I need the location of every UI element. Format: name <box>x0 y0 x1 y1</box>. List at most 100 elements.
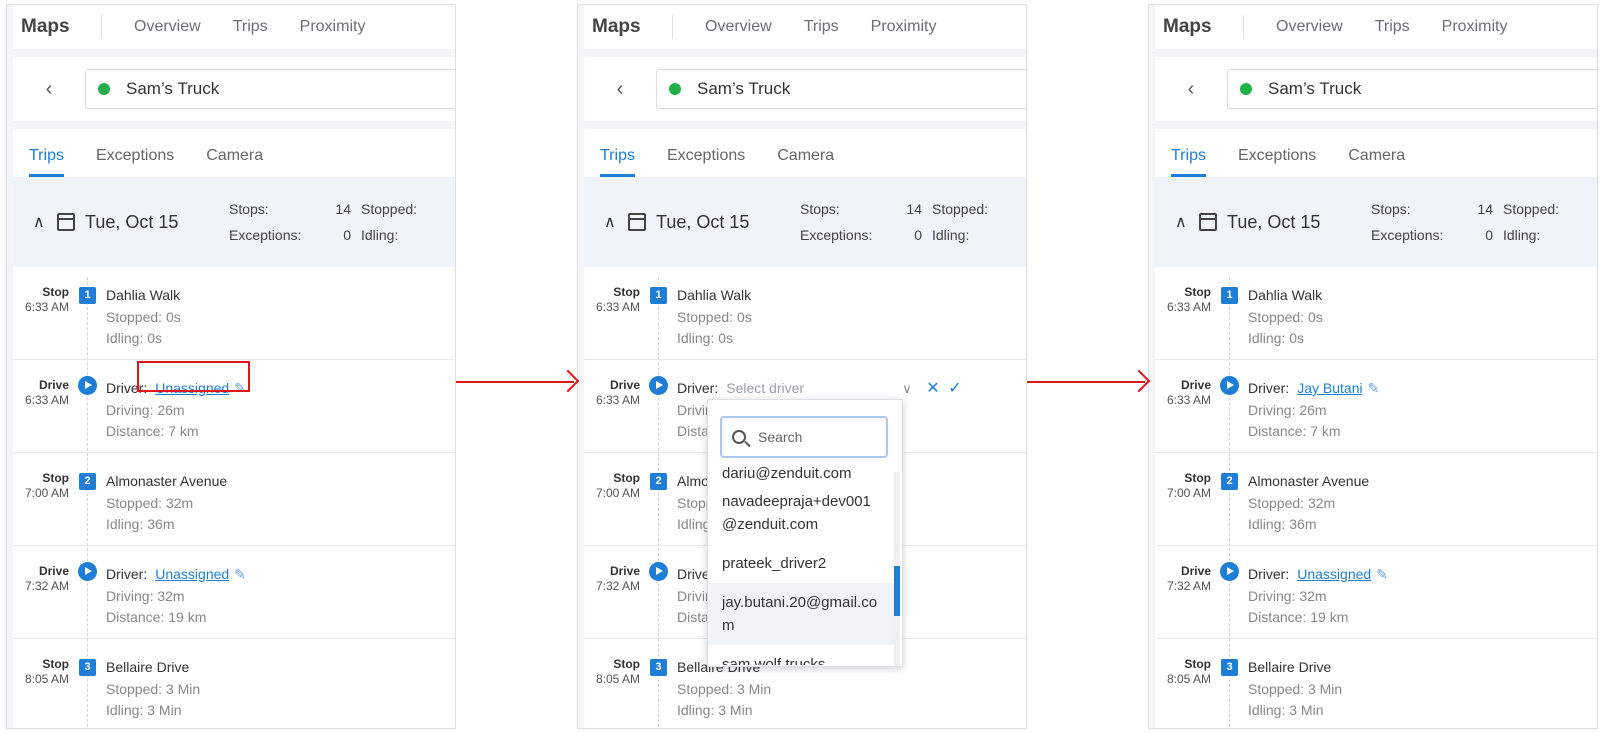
idling-duration: Idling: 3 Min <box>106 702 182 718</box>
play-icon[interactable] <box>649 376 668 395</box>
chevron-up-icon[interactable]: ∧ <box>33 212 55 232</box>
cancel-icon[interactable]: ✕ <box>926 378 948 400</box>
driver-options: dariu@zenduit.com navadeepraja+dev001@ze… <box>708 465 894 665</box>
driver-dropdown[interactable]: dariu@zenduit.com navadeepraja+dev001@ze… <box>707 399 903 667</box>
day-title: Tue, Oct 15 <box>656 211 750 232</box>
edit-pencil-icon[interactable]: ✎ <box>234 564 246 586</box>
play-icon[interactable] <box>1220 562 1239 581</box>
driver-select[interactable]: Select driver <box>726 378 902 400</box>
vehicle-selector[interactable]: Sam’s Truck <box>1227 69 1597 109</box>
trip-stop-2[interactable]: Stop7:00 AM 2 Almonaster Avenue Stopped:… <box>13 453 455 546</box>
driver-unassigned-link[interactable]: Unassigned <box>155 564 229 586</box>
back-arrow-icon[interactable]: ‹ <box>13 78 85 101</box>
stops-label: Stops: <box>800 201 840 217</box>
driver-unassigned-link[interactable]: Unassigned <box>1297 564 1371 586</box>
tab-camera[interactable]: Camera <box>777 147 834 177</box>
annotation-highlight-box <box>137 361 250 392</box>
trip-kind: Drive <box>609 378 640 392</box>
tab-exceptions[interactable]: Exceptions <box>96 147 174 177</box>
nav-proximity[interactable]: Proximity <box>300 18 366 36</box>
chevron-up-icon[interactable]: ∧ <box>604 212 626 232</box>
idling-duration: Idling: 0s <box>1248 330 1305 346</box>
tab-exceptions[interactable]: Exceptions <box>1238 147 1316 177</box>
trip-drive-2[interactable]: Drive 7:32 AM Driver: Unassigned ✎ Drivin… <box>13 546 455 639</box>
driver-search-field[interactable] <box>720 416 888 458</box>
trip-stop-3[interactable]: Stop 8:05 AM 3 Bellaire Drive Stopped: 3 … <box>1155 639 1597 728</box>
nav-divider <box>101 15 102 39</box>
trips-panel-selecting: Maps Overview Trips Proximity ‹ Sam’s Tr… <box>577 4 1027 729</box>
exceptions-label: Exceptions: <box>800 227 873 243</box>
scrollbar-thumb[interactable] <box>894 566 900 616</box>
trip-stop-1[interactable]: Stop 6:33 AM 1 Dahlia Walk Stopped: 0s Id… <box>13 267 455 360</box>
confirm-check-icon[interactable]: ✓ <box>948 378 961 400</box>
day-summary[interactable]: ∧ Tue, Oct 15 Stops: 14 Stopped: Excepti… <box>1155 177 1597 267</box>
day-summary[interactable]: ∧ Tue, Oct 15 Stops: 14 Stopped: Excepti… <box>13 177 455 267</box>
driver-option[interactable]: navadeepraja+dev001@zenduit.com <box>708 482 894 544</box>
trip-stop-3[interactable]: Stop 8:05 AM 3 Bellaire Drive Stopped: 3 … <box>13 639 455 728</box>
calendar-icon <box>57 213 75 231</box>
nav-proximity[interactable]: Proximity <box>871 18 937 36</box>
trip-drive-1[interactable]: Drive 6:33 AM Driver: Jay Butani ✎ Drivin… <box>1155 360 1597 453</box>
driver-option[interactable]: prateek_driver2 <box>708 544 894 583</box>
tab-trips[interactable]: Trips <box>1171 147 1206 177</box>
back-arrow-icon[interactable]: ‹ <box>1155 78 1227 101</box>
idling-duration: Idling: 3 Min <box>1248 702 1324 718</box>
vehicle-selector[interactable]: Sam’s Truck <box>656 69 1026 109</box>
stops-value: 14 <box>1477 201 1493 217</box>
chevron-up-icon[interactable]: ∧ <box>1175 212 1197 232</box>
play-icon[interactable] <box>649 562 668 581</box>
stop-name: Dahlia Walk <box>677 287 752 303</box>
exceptions-label: Exceptions: <box>1371 227 1444 243</box>
idling-label: Idling: <box>932 227 970 243</box>
vehicle-selector[interactable]: Sam’s Truck <box>85 69 455 109</box>
nav-trips[interactable]: Trips <box>1375 18 1410 36</box>
stop-name: Dahlia Walk <box>1248 287 1323 303</box>
distance: Distance: 7 km <box>106 423 199 439</box>
exceptions-value: 0 <box>1485 227 1493 243</box>
driver-assigned-link[interactable]: Jay Butani <box>1297 378 1362 400</box>
nav-overview[interactable]: Overview <box>705 18 772 36</box>
tab-camera[interactable]: Camera <box>1348 147 1405 177</box>
nav-proximity[interactable]: Proximity <box>1442 18 1508 36</box>
nav-overview[interactable]: Overview <box>134 18 201 36</box>
edit-pencil-icon[interactable]: ✎ <box>1376 564 1388 586</box>
trip-time: 7:32 AM <box>1166 579 1211 593</box>
trip-kind: Stop <box>613 285 640 299</box>
trip-stop-1[interactable]: Stop 6:33 AM 1 Dahlia Walk Stopped: 0s Id… <box>584 267 1026 360</box>
play-icon[interactable] <box>78 562 97 581</box>
driving-duration: Driving: 26m <box>106 401 185 418</box>
tab-trips[interactable]: Trips <box>29 147 64 177</box>
tab-exceptions[interactable]: Exceptions <box>667 147 745 177</box>
trip-time: 6:33 AM <box>24 393 69 407</box>
day-summary[interactable]: ∧ Tue, Oct 15 Stops: 14 Stopped: Excepti… <box>584 177 1026 267</box>
trip-stop-1[interactable]: Stop 6:33 AM 1 Dahlia Walk Stopped: 0s Id… <box>1155 267 1597 360</box>
driving-duration: Driving: 32m <box>106 587 185 604</box>
vehicle-name: Sam’s Truck <box>697 79 791 98</box>
driver-option[interactable]: sam.wolf.trucks <box>708 645 894 665</box>
play-icon[interactable] <box>1220 376 1239 395</box>
edit-pencil-icon[interactable]: ✎ <box>1368 378 1380 400</box>
trip-time: 7:32 AM <box>24 579 69 593</box>
trip-kind: Drive <box>1180 378 1211 392</box>
idling-duration: Idling: 0s <box>677 330 734 346</box>
trip-kind: Drive <box>1180 564 1211 578</box>
idling-duration: Idling: 3 Min <box>677 702 753 718</box>
nav-overview[interactable]: Overview <box>1276 18 1343 36</box>
driver-option[interactable]: dariu@zenduit.com <box>708 462 894 482</box>
nav-trips[interactable]: Trips <box>804 18 839 36</box>
nav-trips[interactable]: Trips <box>233 18 268 36</box>
trip-kind: Stop <box>1184 657 1211 671</box>
tab-trips[interactable]: Trips <box>600 147 635 177</box>
driver-search-input[interactable] <box>758 429 868 445</box>
nav-divider <box>1243 15 1244 39</box>
tab-camera[interactable]: Camera <box>206 147 263 177</box>
play-icon[interactable] <box>78 376 97 395</box>
driver-option-highlighted[interactable]: jay.butani.20@gmail.com <box>708 583 894 645</box>
chevron-down-icon[interactable]: ∨ <box>902 378 926 400</box>
stops-label: Stops: <box>1371 201 1411 217</box>
trip-stop-2[interactable]: Stop7:00 AM 2 Almonaster Avenue Stopped:… <box>1155 453 1597 546</box>
exceptions-value: 0 <box>343 227 351 243</box>
trip-kind: Drive <box>38 378 69 392</box>
trip-drive-2[interactable]: Drive 7:32 AM Driver: Unassigned ✎ Drivin… <box>1155 546 1597 639</box>
back-arrow-icon[interactable]: ‹ <box>584 78 656 101</box>
